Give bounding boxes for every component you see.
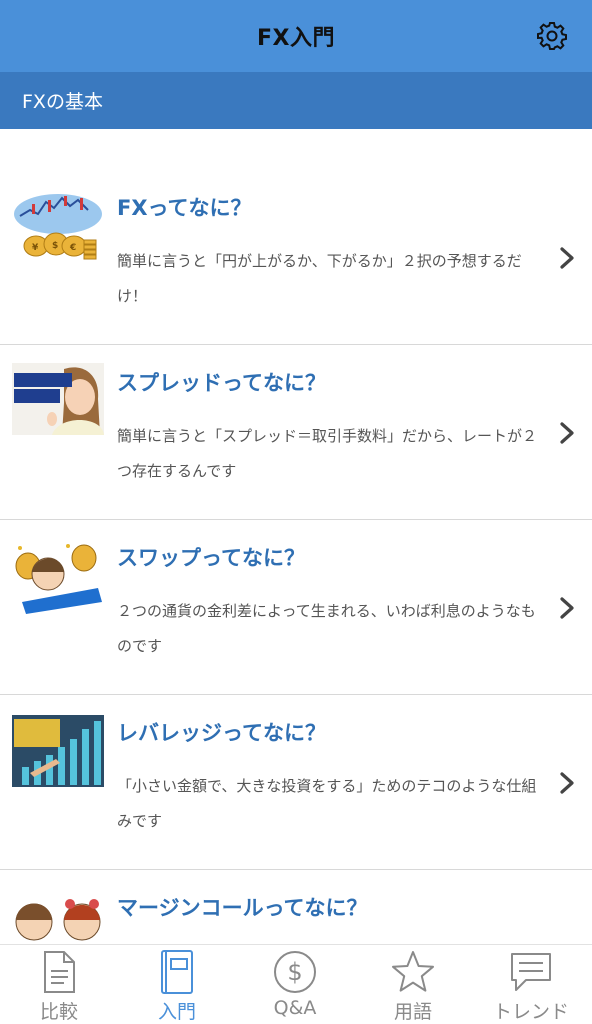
item-description: 簡単に言うと「スプレッド＝取引手数料」だから、レートが２つ存在するんです xyxy=(117,427,538,480)
item-description: 簡単に言うと「円が上がるか、下がるか」２択の予想するだけ！ xyxy=(117,252,522,305)
tab-compare[interactable]: 比較 xyxy=(0,945,118,1024)
chevron-right-icon xyxy=(560,247,574,269)
item-title: レバレッジってなに？ xyxy=(117,721,326,745)
navigation-bar: FX入門 xyxy=(0,0,592,72)
item-description: ２つの通貨の金利差によって生まれる、いわば利息のようなものです xyxy=(117,602,536,655)
chevron-right-icon xyxy=(560,772,574,794)
tab-trend[interactable]: トレンド xyxy=(472,945,590,1024)
svg-text:$: $ xyxy=(52,241,58,251)
list-item-leverage[interactable]: レバレッジってなに？ 「小さい金額で、大きな投資をする」ためのテコのような仕組み… xyxy=(0,695,592,870)
tab-qa[interactable]: $ Q&A xyxy=(236,945,354,1024)
fx-chart-thumbnail: ¥ $ € xyxy=(14,194,102,260)
tab-glossary[interactable]: 用語 xyxy=(354,945,472,1024)
chevron-right-icon xyxy=(560,422,574,444)
tab-label: 用語 xyxy=(393,1001,432,1023)
list-item-margin-call[interactable]: マージンコールってなに？ xyxy=(0,870,592,944)
dollar-icon: $ xyxy=(274,951,316,993)
tab-label: 入門 xyxy=(157,1001,196,1023)
svg-text:$: $ xyxy=(287,958,302,986)
item-title: スプレッドってなに？ xyxy=(117,371,326,395)
margin-call-thumbnail xyxy=(12,892,104,944)
section-header: FXの基本 xyxy=(0,72,592,129)
document-icon xyxy=(44,951,75,993)
tab-label: 比較 xyxy=(39,1001,78,1023)
item-title: FXってなに？ xyxy=(117,196,252,220)
article-list: ¥ $ € FXってなに？ 簡単に言うと「円が上がるか、下がるか」２択の予想するだけ… xyxy=(0,129,592,944)
tab-intro[interactable]: 入門 xyxy=(118,945,236,1024)
item-description: 「小さい金額で、大きな投資をする」ためのテコのような仕組みです xyxy=(117,777,537,830)
star-icon xyxy=(392,951,434,992)
svg-text:¥: ¥ xyxy=(32,243,39,253)
list-item-spread[interactable]: スプレッドってなに？ 簡単に言うと「スプレッド＝取引手数料」だから、レートが２つ… xyxy=(0,345,592,520)
tab-label: トレンド xyxy=(492,1001,569,1023)
svg-text:€: € xyxy=(69,243,76,253)
book-icon xyxy=(161,950,193,994)
item-title: マージンコールってなに？ xyxy=(117,896,368,920)
tab-bar: 比較 入門 $ Q&A 用語 トレンド xyxy=(0,944,592,1024)
item-title: スワップってなに？ xyxy=(117,546,305,570)
gear-icon[interactable] xyxy=(536,20,568,52)
leverage-chart-thumbnail xyxy=(12,715,104,787)
spread-woman-thumbnail xyxy=(12,363,104,435)
chat-icon xyxy=(511,953,551,991)
tab-label: Q&A xyxy=(273,997,317,1019)
section-title: FXの基本 xyxy=(22,91,103,113)
list-item-swap[interactable]: スワップってなに？ ２つの通貨の金利差によって生まれる、いわば利息のようなもので… xyxy=(0,520,592,695)
swap-coins-thumbnail xyxy=(12,542,104,614)
chevron-right-icon xyxy=(560,597,574,619)
page-title: FX入門 xyxy=(257,26,335,51)
list-item-fx[interactable]: ¥ $ € FXってなに？ 簡単に言うと「円が上がるか、下がるか」２択の予想するだけ… xyxy=(0,170,592,345)
